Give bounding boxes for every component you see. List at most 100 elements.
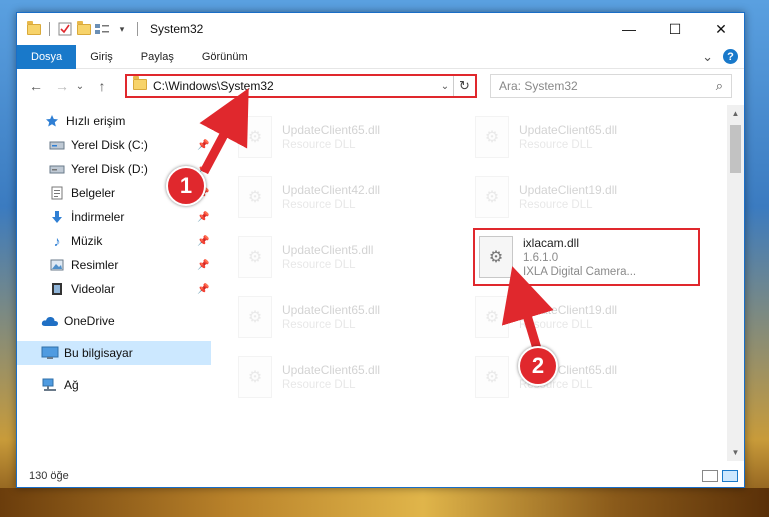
file-version: 1.6.1.0 <box>523 252 559 264</box>
customize-toolbar-icon[interactable] <box>95 21 111 37</box>
sidebar-item-label: Hızlı erişim <box>66 114 126 128</box>
sidebar-item-network[interactable]: Ağ <box>17 373 211 397</box>
desktop-wallpaper <box>0 488 769 517</box>
dll-file-icon: ⚙ <box>475 176 509 218</box>
new-folder-icon[interactable] <box>76 20 92 37</box>
dll-file-icon: ⚙ <box>238 296 272 338</box>
file-item[interactable]: ⚙ UpdateClient65.dll Resource DLL <box>475 111 695 163</box>
chevron-down-icon[interactable]: ▾ <box>114 21 130 37</box>
step-badge-1: 1 <box>166 166 206 206</box>
pin-icon[interactable]: 📌 <box>197 236 209 247</box>
search-input[interactable]: Ara: System32 ⌕ <box>490 74 732 98</box>
chevron-down-icon[interactable]: ⌄ <box>437 81 453 92</box>
tab-view[interactable]: Görünüm <box>188 45 262 69</box>
sidebar-item-onedrive[interactable]: OneDrive <box>17 309 211 333</box>
star-icon <box>43 113 61 129</box>
dll-file-icon: ⚙ <box>479 236 513 278</box>
file-description: IXLA Digital Camera... <box>523 266 637 278</box>
documents-icon <box>48 185 66 201</box>
expand-ribbon-icon[interactable]: ⌄ <box>702 49 713 65</box>
refresh-button[interactable]: ↻ <box>453 76 475 96</box>
computer-icon <box>41 345 59 361</box>
file-item-ixlacam[interactable]: ⚙ ixlacam.dll 1.6.1.0 IXLA Digital Camer… <box>473 228 700 286</box>
title-bar: ▾ System32 — ☐ ✕ <box>17 13 744 45</box>
minimize-button[interactable]: — <box>606 14 652 44</box>
sidebar-item-label: Ağ <box>64 378 79 392</box>
vertical-scrollbar[interactable]: ▲ ▼ <box>727 105 744 461</box>
sidebar-item-videos[interactable]: Videolar 📌 <box>17 277 211 301</box>
search-icon[interactable]: ⌕ <box>716 78 723 94</box>
address-path[interactable]: C:\Windows\System32 <box>153 79 437 93</box>
scroll-down-icon[interactable]: ▼ <box>727 444 744 461</box>
sidebar-item-drive-c[interactable]: Yerel Disk (C:) 📌 <box>17 133 211 157</box>
navigation-bar: ← → ⌄ ↑ C:\Windows\System32 ⌄ ↻ Ara: Sys… <box>17 70 744 102</box>
file-name: ixlacam.dll <box>523 236 580 250</box>
details-view-icon[interactable] <box>702 470 718 482</box>
close-button[interactable]: ✕ <box>698 14 744 44</box>
file-item[interactable]: ⚙ UpdateClient19.dll Resource DLL <box>475 171 695 223</box>
file-item[interactable]: ⚙ UpdateClient65.dll Resource DLL <box>238 351 458 403</box>
file-item[interactable]: ⚙ UpdateClient19.dll Resource DLL <box>475 291 695 343</box>
folder-icon <box>26 20 42 37</box>
tab-home[interactable]: Giriş <box>76 45 127 69</box>
search-placeholder: Ara: System32 <box>499 79 578 93</box>
dll-file-icon: ⚙ <box>238 116 272 158</box>
sidebar-item-downloads[interactable]: İndirmeler 📌 <box>17 205 211 229</box>
cloud-icon <box>41 313 59 329</box>
file-item[interactable]: ⚙ UpdateClient65.dll Resource DLL <box>238 111 458 163</box>
up-button[interactable]: ↑ <box>91 75 113 97</box>
file-item[interactable]: ⚙ UpdateClient65.dll Resource DLL <box>238 291 458 343</box>
sidebar-item-label: Yerel Disk (C:) <box>71 138 148 152</box>
help-icon[interactable]: ? <box>723 49 738 64</box>
scroll-up-icon[interactable]: ▲ <box>727 105 744 122</box>
sidebar-item-quick-access[interactable]: Hızlı erişim <box>17 109 211 133</box>
ribbon-tabs: Dosya Giriş Paylaş Görünüm ⌄ ? <box>17 44 744 69</box>
folder-icon <box>133 76 147 93</box>
music-icon: ♪ <box>53 233 61 249</box>
window-controls: — ☐ ✕ <box>606 14 744 44</box>
pin-icon[interactable]: 📌 <box>197 140 209 151</box>
scroll-thumb[interactable] <box>730 125 741 173</box>
navigation-pane: Hızlı erişim Yerel Disk (C:) 📌 Yerel Dis… <box>17 109 211 461</box>
pictures-icon <box>48 257 66 273</box>
sidebar-item-label: Belgeler <box>71 186 116 200</box>
pin-icon[interactable]: 📌 <box>197 284 209 295</box>
file-item[interactable]: ⚙ UpdateClient5.dll Resource DLL <box>238 231 458 283</box>
sidebar-item-label: Yerel Disk (D:) <box>71 162 148 176</box>
back-button[interactable]: ← <box>25 75 47 97</box>
recent-locations-button[interactable]: ⌄ <box>73 75 87 97</box>
videos-icon <box>48 281 66 297</box>
tab-file[interactable]: Dosya <box>17 44 77 69</box>
maximize-button[interactable]: ☐ <box>652 14 698 44</box>
sidebar-item-label: Resimler <box>71 258 119 272</box>
tab-share[interactable]: Paylaş <box>127 45 188 69</box>
file-item[interactable]: ⚙ UpdateClient42.dll Resource DLL <box>238 171 458 223</box>
tiles-view-icon[interactable] <box>722 470 738 482</box>
sidebar-item-this-pc[interactable]: Bu bilgisayar <box>17 341 211 365</box>
sidebar-item-label: Müzik <box>71 234 103 248</box>
sidebar-item-label: Bu bilgisayar <box>64 346 133 360</box>
forward-button[interactable]: → <box>51 75 73 97</box>
drive-icon <box>48 137 66 153</box>
dll-file-icon: ⚙ <box>475 356 509 398</box>
sidebar-item-label: Videolar <box>71 282 115 296</box>
sidebar-item-pictures[interactable]: Resimler 📌 <box>17 253 211 277</box>
status-bar: 130 öğe <box>17 465 744 487</box>
step-badge-2: 2 <box>518 346 558 386</box>
dll-file-icon: ⚙ <box>238 176 272 218</box>
dll-file-icon: ⚙ <box>475 296 509 338</box>
drive-icon <box>48 161 66 177</box>
dll-file-icon: ⚙ <box>475 116 509 158</box>
pin-icon[interactable]: 📌 <box>197 212 209 223</box>
address-bar[interactable]: C:\Windows\System32 ⌄ ↻ <box>125 74 477 98</box>
network-icon <box>41 377 59 393</box>
file-item[interactable]: ⚙ UpdateClient65.dll Resource DLL <box>475 351 695 403</box>
sidebar-item-label: OneDrive <box>64 314 115 328</box>
dll-file-icon: ⚙ <box>238 356 272 398</box>
item-count: 130 öğe <box>29 470 69 482</box>
pin-icon[interactable]: 📌 <box>197 260 209 271</box>
properties-icon[interactable] <box>57 21 73 37</box>
sidebar-item-music[interactable]: ♪ Müzik 📌 <box>17 229 211 253</box>
download-icon <box>48 209 66 225</box>
window-title: System32 <box>150 22 204 36</box>
